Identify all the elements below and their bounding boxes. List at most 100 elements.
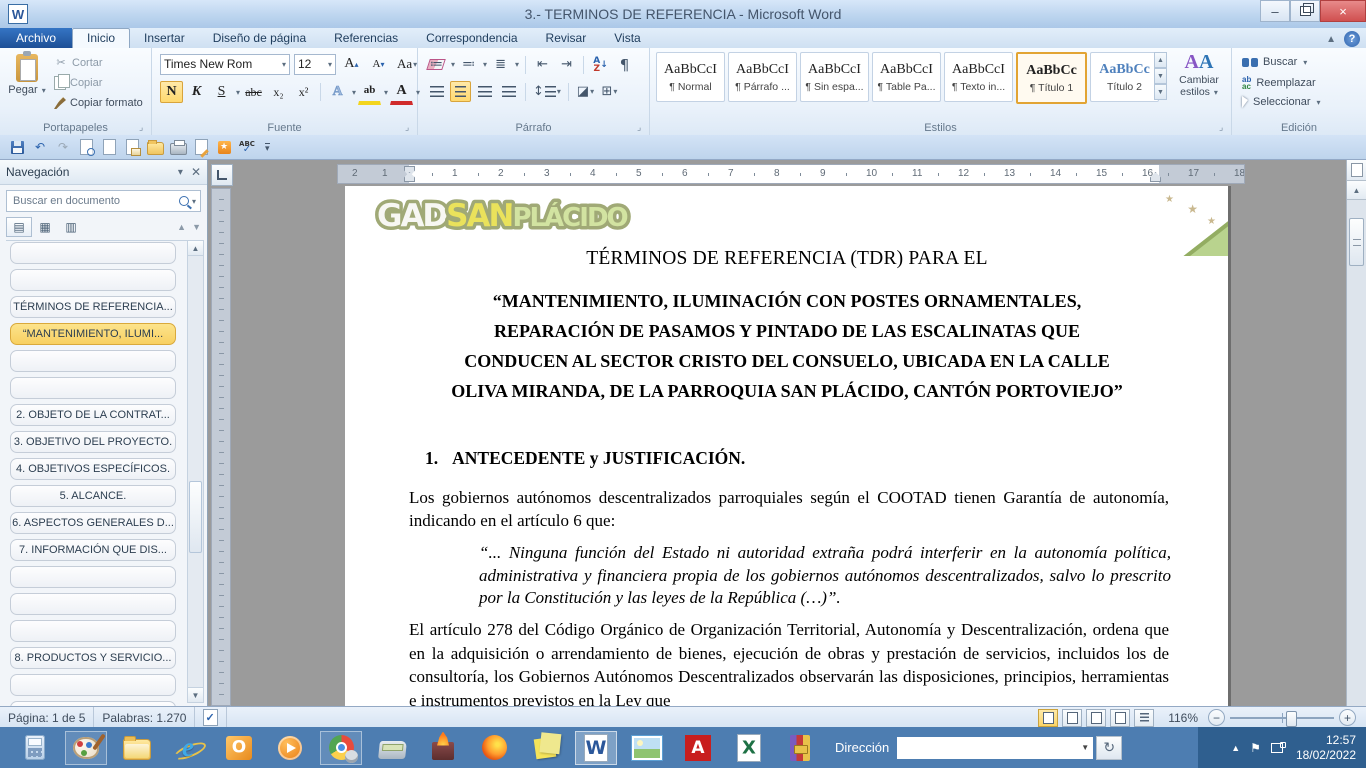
collapse-ribbon-icon[interactable]: ▲ [1326, 34, 1336, 45]
action-center-flag-icon[interactable]: ⚑ [1250, 741, 1261, 755]
tab-correspondencia[interactable]: Correspondencia [412, 29, 531, 48]
clock[interactable]: 12:57 18/02/2022 [1296, 733, 1356, 763]
zoom-slider[interactable]: − + [1208, 709, 1356, 726]
address-input-box[interactable]: ▼ [897, 737, 1093, 759]
decrease-indent-button[interactable]: ⇤ [532, 54, 553, 75]
nav-tab-results[interactable]: ▥ [58, 217, 84, 237]
address-dropdown-icon[interactable]: ▼ [1077, 737, 1093, 759]
tab-insertar[interactable]: Insertar [130, 29, 199, 48]
paragraph-dialog-launcher[interactable]: ⌟ [637, 123, 646, 132]
style--texto-in-[interactable]: AaBbCcI¶ Texto in... [944, 52, 1013, 102]
line-spacing-button[interactable]: ↕▾ [532, 81, 562, 102]
paste-button[interactable]: Pegar ▾ [5, 52, 49, 116]
tab-referencias[interactable]: Referencias [320, 29, 412, 48]
outline-view-button[interactable] [1110, 709, 1130, 727]
close-button[interactable]: × [1320, 0, 1366, 22]
style--table-pa-[interactable]: AaBbCcI¶ Table Pa... [872, 52, 941, 102]
word-count[interactable]: Palabras: 1.270 [94, 707, 195, 728]
paint-taskbar-icon[interactable] [65, 731, 107, 765]
scroll-thumb[interactable] [1349, 218, 1364, 266]
text-effects-button[interactable]: A [326, 81, 349, 103]
nav-heading-item[interactable] [10, 593, 176, 615]
network-icon[interactable] [1271, 742, 1286, 753]
nav-heading-item[interactable]: 6. ASPECTOS GENERALES D... [10, 512, 176, 534]
help-icon[interactable]: ? [1344, 31, 1360, 47]
nav-pane-close-icon[interactable]: ✕ [191, 165, 201, 179]
nav-heading-item[interactable] [10, 350, 176, 372]
style-título-2[interactable]: AaBbCcTítulo 2 [1090, 52, 1159, 102]
subscript-button[interactable]: x₂ [267, 81, 290, 103]
proofing-status[interactable] [195, 707, 227, 728]
nav-heading-item[interactable]: 5. ALCANCE. [10, 485, 176, 507]
justify-button[interactable] [498, 81, 519, 102]
document-search-box[interactable]: ▾ [6, 190, 201, 212]
undo-icon[interactable]: ↶ [31, 138, 49, 156]
document-page[interactable]: ★ ★ ★ GADSANPLÁCIDO TÉRMINOS DE REFERENC… [345, 186, 1228, 706]
horizontal-ruler[interactable]: 21123456789101112131415161718 [337, 164, 1245, 184]
chrome-taskbar-icon[interactable] [320, 731, 362, 765]
cut-button[interactable]: ✂Cortar [54, 56, 150, 69]
outlook-taskbar-icon[interactable]: O [218, 731, 260, 765]
zoom-in-icon[interactable]: + [1339, 709, 1356, 726]
tab-stop-selector[interactable] [211, 164, 233, 186]
nav-heading-item[interactable]: TÉRMINOS DE REFERENCIA... [10, 296, 176, 318]
new-document-icon[interactable] [100, 138, 118, 156]
tab-archivo[interactable]: Archivo [0, 28, 72, 48]
explorer-taskbar-icon[interactable] [116, 731, 158, 765]
shrink-font-button[interactable]: A▾ [367, 53, 390, 75]
tab-inicio[interactable]: Inicio [72, 28, 130, 48]
format-painter-button[interactable]: Copiar formato [54, 97, 150, 109]
borders-button[interactable]: ⊞▾ [599, 81, 620, 102]
superscript-button[interactable]: x² [292, 81, 315, 103]
style--normal[interactable]: AaBbCcI¶ Normal [656, 52, 725, 102]
styles-dialog-launcher[interactable]: ⌟ [1219, 123, 1228, 132]
grow-font-button[interactable]: A▴ [340, 53, 363, 75]
font-color-button[interactable]: A [390, 80, 413, 105]
zoom-level[interactable]: 116% [1168, 711, 1198, 725]
wmp-taskbar-icon[interactable] [269, 731, 311, 765]
tab-diseño-de-página[interactable]: Diseño de página [199, 29, 320, 48]
change-case-button[interactable]: Aa▾ [394, 53, 420, 75]
page-indicator[interactable]: Página: 1 de 5 [0, 707, 94, 728]
vertical-ruler[interactable] [211, 188, 231, 706]
nav-heading-item[interactable] [10, 242, 176, 264]
minimize-button[interactable]: – [1260, 0, 1290, 22]
quick-print-icon[interactable] [169, 138, 187, 156]
replace-button[interactable]: abac Reemplazar [1242, 76, 1316, 90]
show-marks-button[interactable]: ¶ [614, 54, 635, 75]
address-go-icon[interactable]: ↻ [1096, 736, 1122, 760]
open-icon[interactable] [146, 138, 164, 156]
firefox-taskbar-icon[interactable] [473, 731, 515, 765]
web-layout-view-button[interactable] [1086, 709, 1106, 727]
nav-heading-item[interactable] [10, 674, 176, 696]
nav-heading-item[interactable]: 4. OBJETIVOS ESPECÍFICOS. [10, 458, 176, 480]
nav-scroll-thumb[interactable] [189, 481, 202, 553]
nav-heading-item[interactable]: 3. OBJETIVO DEL PROYECTO. [10, 431, 176, 453]
highlight-color-button[interactable]: ab [358, 80, 381, 105]
scanner-taskbar-icon[interactable] [371, 731, 413, 765]
excel-taskbar-icon[interactable]: X [728, 731, 770, 765]
scroll-up-icon[interactable]: ▲ [1347, 181, 1366, 200]
nav-scroll-down-icon[interactable]: ▼ [188, 687, 203, 702]
styles-scroll-up[interactable]: ▲ [1154, 52, 1167, 68]
zoom-thumb[interactable] [1286, 711, 1297, 727]
align-center-button[interactable] [450, 81, 471, 102]
qat-more-icon[interactable]: ▾ [265, 143, 270, 152]
ie-taskbar-icon[interactable]: e [167, 731, 209, 765]
mail-icon[interactable] [123, 138, 141, 156]
underline-button[interactable]: S [210, 81, 233, 103]
multilevel-list-button[interactable]: ≣ [490, 54, 511, 75]
nav-heading-item[interactable] [10, 620, 176, 642]
nav-heading-item[interactable]: “MANTENIMIENTO, ILUMI... [10, 323, 176, 345]
nav-heading-item[interactable] [10, 377, 176, 399]
styles-scroll-down[interactable]: ▼ [1154, 68, 1167, 84]
nav-heading-item[interactable]: 7. INFORMACIÓN QUE DIS... [10, 539, 176, 561]
fullscreen-reading-view-button[interactable] [1062, 709, 1082, 727]
styles-more-button[interactable]: ▼ [1154, 84, 1167, 100]
next-heading-icon[interactable]: ▼ [192, 222, 201, 232]
previous-heading-icon[interactable]: ▲ [177, 222, 186, 232]
nav-scrollbar[interactable]: ▲ ▼ [187, 240, 204, 703]
change-styles-button[interactable]: AA Cambiar estilos ▾ [1172, 51, 1226, 115]
nav-pane-menu-icon[interactable]: ▾ [178, 167, 183, 178]
nero-taskbar-icon[interactable] [422, 731, 464, 765]
